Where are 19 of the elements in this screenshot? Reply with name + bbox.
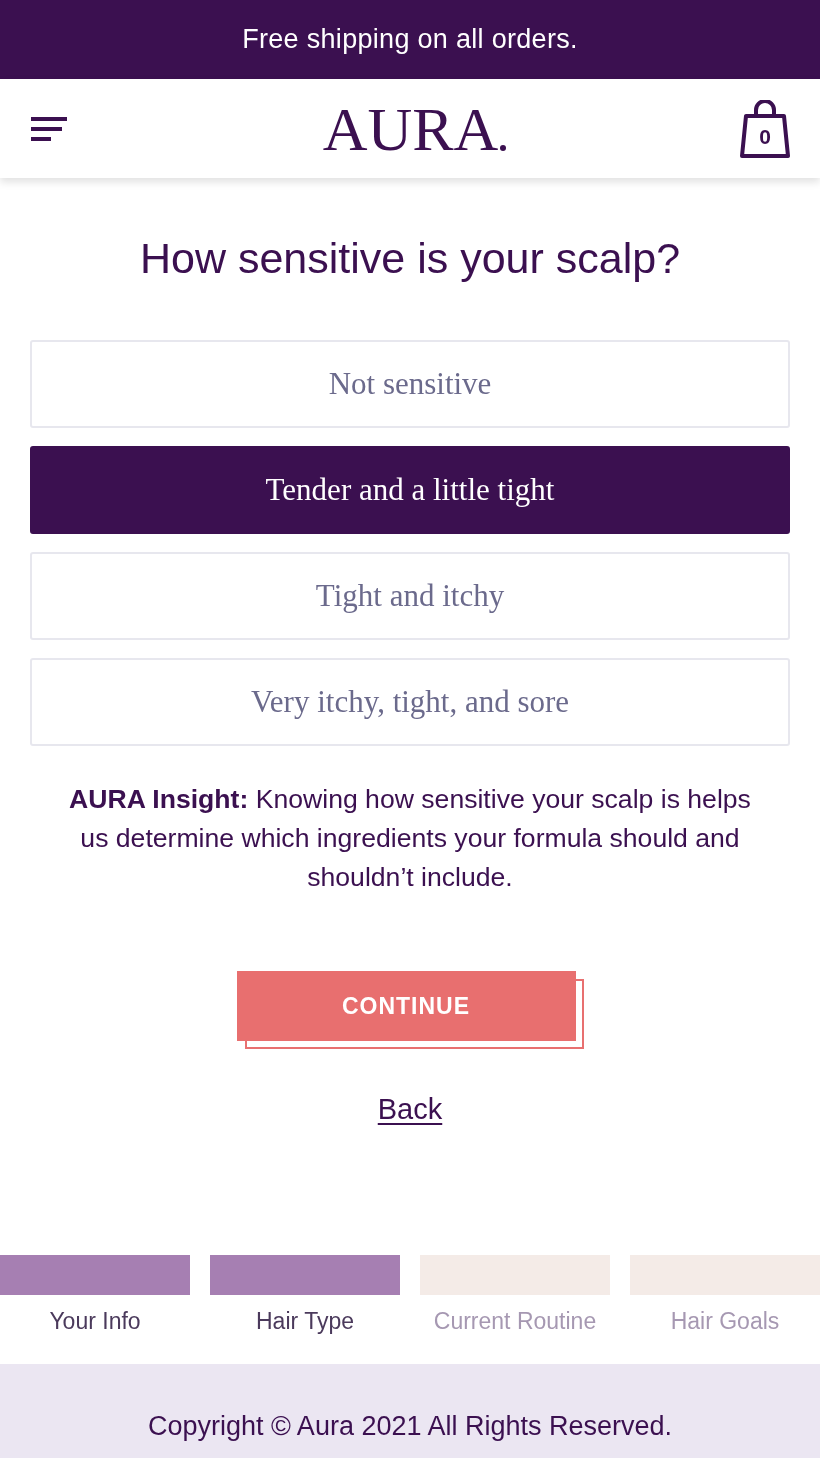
insight-text: AURA Insight: Knowing how sensitive your scalp is helps us determine which ingredients your formula should and shouldn’t include. <box>68 783 752 894</box>
brand-logo[interactable]: AURA <box>322 102 499 155</box>
progress-step-label: Hair Goals <box>670 1307 780 1336</box>
answer-option[interactable]: Very itchy, tight, and sore <box>30 658 790 746</box>
answer-option[interactable]: Tight and itchy <box>30 552 790 640</box>
back-link[interactable]: Back <box>377 1092 443 1126</box>
copyright-text: Copyright © Aura 2021 All Rights Reserved. <box>147 1409 673 1442</box>
progress-step-label: Hair Type <box>256 1307 354 1336</box>
question-heading: How sensitive is your scalp? <box>139 233 681 283</box>
cart-button[interactable]: 0 <box>740 99 790 158</box>
answer-option[interactable]: Tender and a little tight <box>30 446 790 534</box>
answer-option[interactable]: Not sensitive <box>30 340 790 428</box>
banner-text: Free shipping on all orders. <box>242 24 578 55</box>
menu-icon[interactable] <box>31 116 67 141</box>
progress-step-label: Your Info <box>49 1307 141 1336</box>
progress-step-label: Current Routine <box>433 1307 597 1336</box>
dot-icon <box>500 144 507 151</box>
cart-count: 0 <box>758 124 772 149</box>
shopping-bag-icon <box>740 99 790 158</box>
